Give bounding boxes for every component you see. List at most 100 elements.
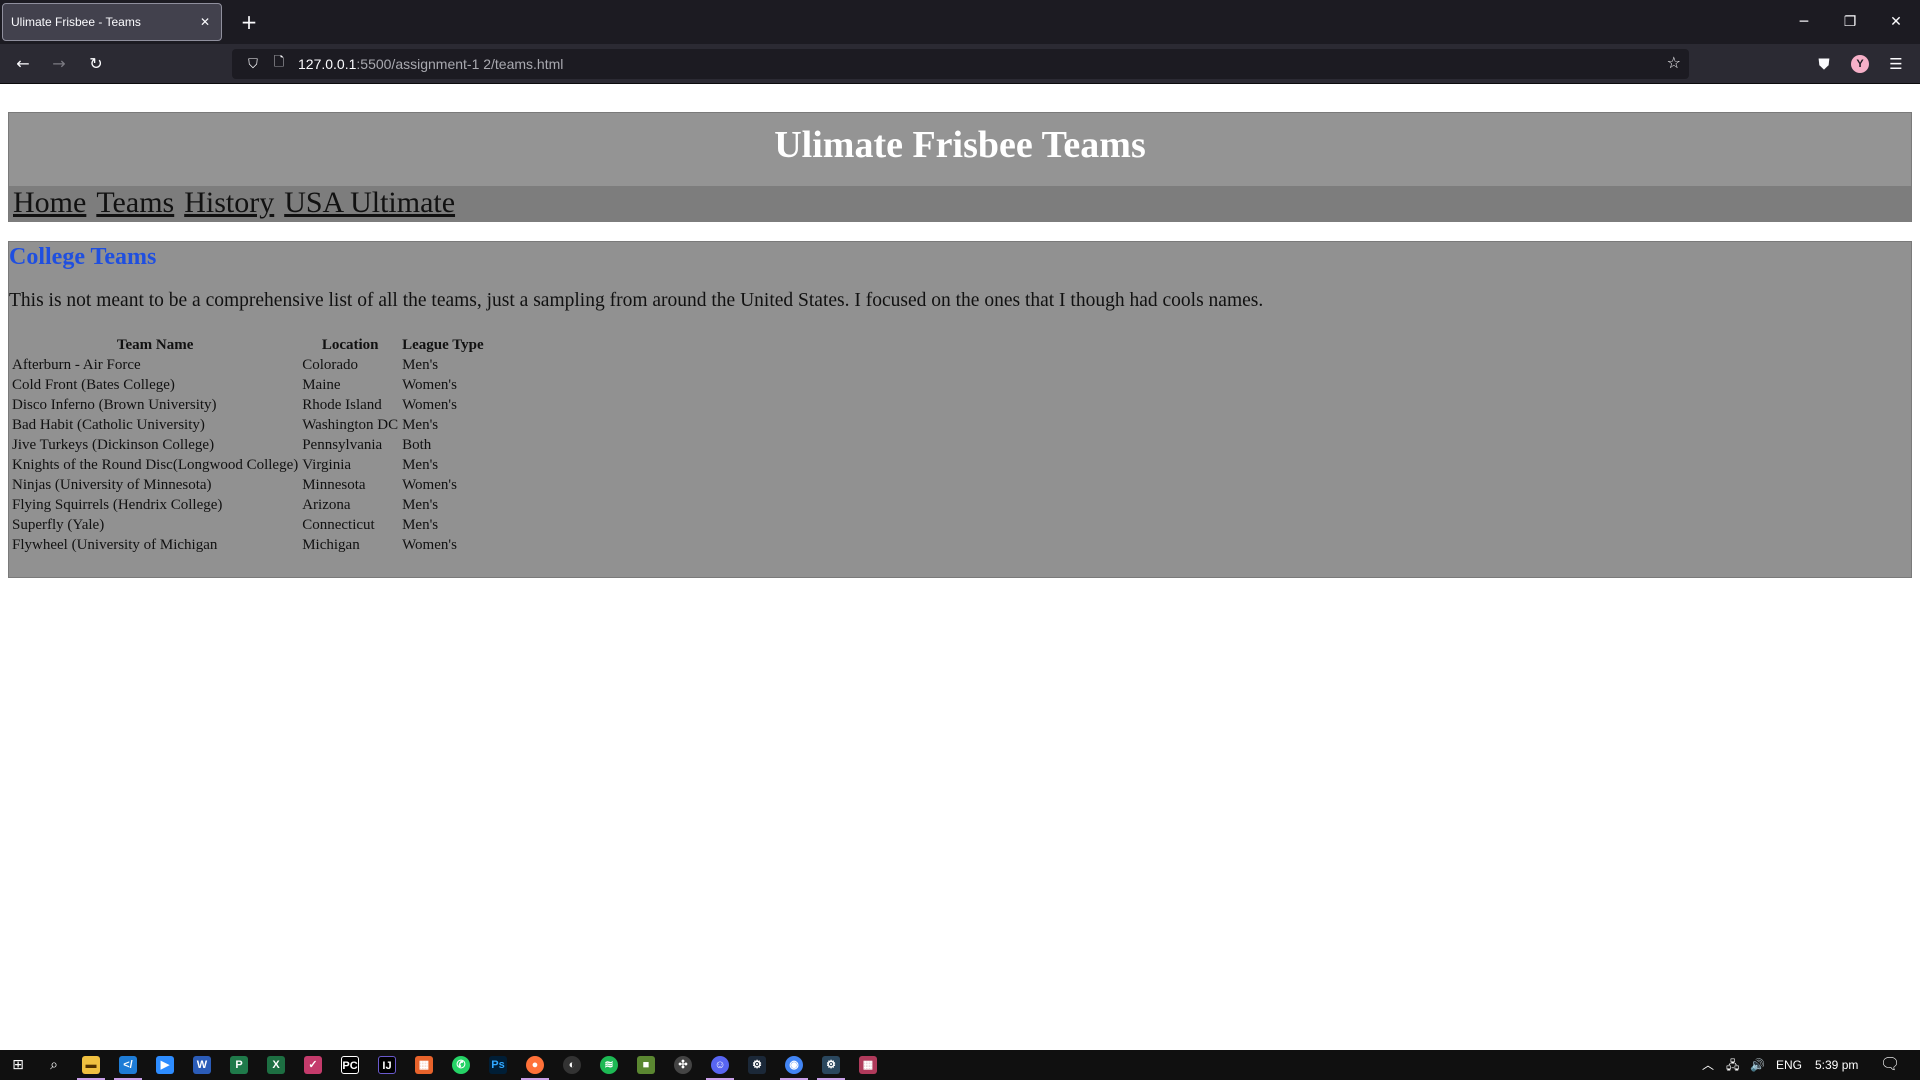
minimize-button[interactable]: ─: [1781, 0, 1827, 44]
site-header: Ulimate Frisbee Teams Home Teams History…: [8, 112, 1912, 222]
notifications-icon[interactable]: 🗨: [1880, 1050, 1900, 1080]
office-icon[interactable]: ▦: [406, 1050, 442, 1080]
search-icon[interactable]: ⌕: [36, 1050, 72, 1080]
vscode-icon[interactable]: </: [110, 1050, 146, 1080]
location-cell: Michigan: [302, 536, 360, 553]
reload-icon[interactable]: ↻: [82, 50, 110, 78]
intellij-icon[interactable]: IJ: [369, 1050, 405, 1080]
close-window-button[interactable]: ✕: [1873, 0, 1919, 44]
nav-link-teams[interactable]: Teams: [96, 186, 174, 219]
nav-link-history[interactable]: History: [184, 186, 274, 219]
team-name-cell: Disco Inferno (Brown University): [12, 396, 217, 413]
table-row: Flywheel (University of Michigan Michigan…: [11, 536, 485, 554]
star-icon[interactable]: ☆: [1667, 53, 1681, 72]
volume-icon[interactable]: 🔊: [1750, 1050, 1765, 1080]
tab-title: Ulimate Frisbee - Teams: [11, 15, 141, 29]
league-type-cell: Women's: [402, 396, 457, 413]
location-cell: Rhode Island: [302, 396, 382, 413]
team-name-cell: Afterburn - Air Force: [12, 356, 141, 373]
page-title: Ulimate Frisbee Teams: [774, 124, 1146, 166]
college-teams-section: College Teams This is not meant to be a …: [8, 241, 1912, 578]
photoshop-icon[interactable]: Ps: [480, 1050, 516, 1080]
project-icon[interactable]: P: [221, 1050, 257, 1080]
location-cell: Arizona: [302, 496, 351, 513]
calendar-icon[interactable]: ▦: [850, 1050, 886, 1080]
zoom-icon[interactable]: ▶: [147, 1050, 183, 1080]
table-row: Disco Inferno (Brown University) Rhode Is…: [11, 396, 485, 414]
network-icon[interactable]: 🖧: [1726, 1050, 1739, 1080]
intro-paragraph: This is not meant to be a comprehensive …: [9, 290, 1264, 311]
forward-icon[interactable]: →: [45, 50, 73, 78]
location-cell: Colorado: [302, 356, 359, 373]
column-header: Team Name: [116, 336, 194, 353]
team-name-cell: Jive Turkeys (Dickinson College): [12, 436, 215, 453]
location-cell: Maine: [302, 376, 341, 393]
url-path: :5500/assignment-1 2/teams.html: [356, 56, 564, 72]
back-icon[interactable]: ←: [9, 50, 37, 78]
location-cell: Connecticut: [302, 516, 375, 533]
menu-icon[interactable]: ☰: [1884, 52, 1908, 76]
site-nav: Home Teams History USA Ultimate: [9, 186, 1911, 222]
league-type-cell: Both: [402, 436, 432, 453]
league-type-cell: Men's: [402, 356, 439, 373]
chrome-icon[interactable]: ◉: [776, 1050, 812, 1080]
table-header-row: Team Name Location League Type: [11, 336, 485, 354]
table-row: Afterburn - Air Force Colorado Men's: [11, 356, 485, 374]
league-type-cell: Men's: [402, 416, 439, 433]
column-header: League Type: [402, 336, 484, 353]
location-cell: Minnesota: [302, 476, 366, 493]
nav-link-usa-ultimate[interactable]: USA Ultimate: [284, 186, 455, 219]
language-indicator[interactable]: ENG: [1776, 1050, 1802, 1080]
word-icon[interactable]: W: [184, 1050, 220, 1080]
davinci-icon[interactable]: ✣: [665, 1050, 701, 1080]
team-name-cell: Flywheel (University of Michigan: [12, 536, 218, 553]
steam-alt-icon[interactable]: ⚙: [813, 1050, 849, 1080]
steam-icon[interactable]: ⚙: [739, 1050, 775, 1080]
league-type-cell: Men's: [402, 496, 439, 513]
location-cell: Washington DC: [302, 416, 399, 433]
table-row: Jive Turkeys (Dickinson College) Pennsylv…: [11, 436, 485, 454]
show-hidden-icons[interactable]: ︿: [1702, 1050, 1714, 1080]
excel-icon[interactable]: X: [258, 1050, 294, 1080]
whatsapp-icon[interactable]: ✆: [443, 1050, 479, 1080]
account-icon[interactable]: Y: [1851, 55, 1869, 73]
shield-icon[interactable]: ⛉: [242, 57, 264, 72]
pycharm-icon[interactable]: PC: [332, 1050, 368, 1080]
teams-table: Team Name Location League Type Afterburn…: [9, 334, 487, 556]
table-row: Superfly (Yale) Connecticut Men's: [11, 516, 485, 534]
start-icon[interactable]: ⊞: [0, 1050, 36, 1080]
url-text[interactable]: 127.0.0.1:5500/assignment-1 2/teams.html: [298, 56, 563, 72]
file-explorer-icon[interactable]: ▬: [73, 1050, 109, 1080]
browser-tab[interactable]: Ulimate Frisbee - Teams ✕: [2, 3, 222, 41]
table-row: Flying Squirrels (Hendrix College) Arizon…: [11, 496, 485, 514]
close-tab-icon[interactable]: ✕: [197, 15, 213, 29]
spotify-icon[interactable]: ≋: [591, 1050, 627, 1080]
team-name-cell: Cold Front (Bates College): [12, 376, 175, 393]
league-type-cell: Women's: [402, 476, 457, 493]
discord-icon[interactable]: ☺: [702, 1050, 738, 1080]
section-title: College Teams: [9, 244, 157, 270]
column-header: Location: [321, 336, 379, 353]
teams-icon[interactable]: ✓: [295, 1050, 331, 1080]
clock[interactable]: 5:39 pm: [1815, 1050, 1858, 1080]
page-icon: 🗋: [273, 55, 285, 70]
url-host: 127.0.0.1: [298, 56, 357, 72]
table-row: Bad Habit (Catholic University) Washingto…: [11, 416, 485, 434]
minecraft-icon[interactable]: ■: [628, 1050, 664, 1080]
taskbar: ⊞ ⌕ ▬ </ ▶ W P X ✓ PC IJ ▦ ✆ Ps ● ◐ ≋ ■ …: [0, 1050, 1920, 1080]
firefox-icon[interactable]: ●: [517, 1050, 553, 1080]
github-icon[interactable]: ◐: [554, 1050, 590, 1080]
pocket-icon[interactable]: ⛊: [1812, 52, 1836, 76]
team-name-cell: Ninjas (University of Minnesota): [12, 476, 212, 493]
team-name-cell: Bad Habit (Catholic University): [12, 416, 205, 433]
league-type-cell: Men's: [402, 456, 439, 473]
restore-button[interactable]: ❐: [1827, 0, 1873, 44]
address-bar[interactable]: ⛉ 🗋 127.0.0.1:5500/assignment-1 2/teams.…: [232, 49, 1689, 79]
league-type-cell: Women's: [402, 536, 457, 553]
tab-strip: Ulimate Frisbee - Teams ✕ + ─ ❐ ✕: [0, 0, 1920, 44]
team-name-cell: Superfly (Yale): [12, 516, 105, 533]
web-page: Ulimate Frisbee Teams Home Teams History…: [0, 85, 1920, 1050]
nav-link-home[interactable]: Home: [13, 186, 86, 219]
new-tab-button[interactable]: +: [236, 9, 262, 35]
table-row: Knights of the Round Disc(Longwood Colle…: [11, 456, 485, 474]
